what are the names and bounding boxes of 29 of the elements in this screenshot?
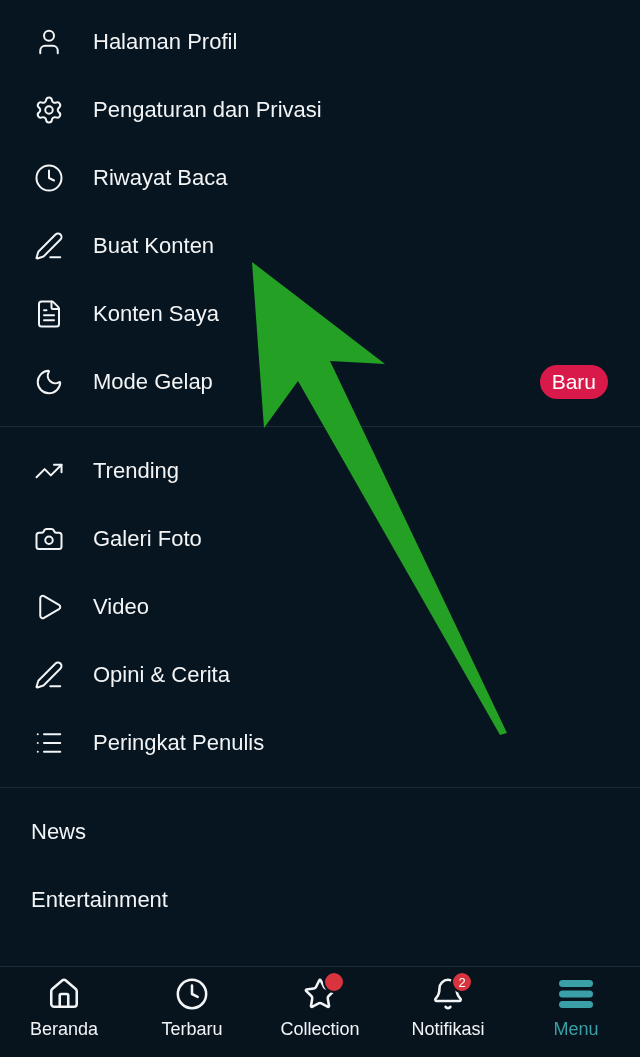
- count-badge: 2: [451, 971, 473, 993]
- new-badge: Baru: [539, 365, 608, 399]
- menu-item[interactable]: Riwayat Baca: [93, 165, 228, 191]
- menu-item[interactable]: Trending: [93, 458, 179, 484]
- menu-icon: [559, 979, 593, 1009]
- nav-tab[interactable]: Terbaru: [128, 967, 256, 1057]
- bell-icon: [431, 977, 465, 1011]
- home-icon: [47, 977, 81, 1011]
- nav-tab[interactable]: Menu: [512, 967, 640, 1057]
- nav-tab[interactable]: 2 Notifikasi: [384, 967, 512, 1057]
- nav-tab[interactable]: Beranda: [0, 967, 128, 1057]
- menu-item[interactable]: Opini & Cerita: [93, 662, 230, 688]
- nav-tab[interactable]: Collection: [256, 967, 384, 1057]
- menu-item[interactable]: Galeri Foto: [93, 526, 202, 552]
- menu-item[interactable]: Pengaturan dan Privasi: [93, 97, 322, 123]
- menu-item[interactable]: News: [31, 819, 86, 845]
- pen-icon: [34, 660, 64, 690]
- menu-item[interactable]: Halaman Profil: [93, 29, 238, 55]
- clock-icon: [175, 977, 209, 1011]
- menu-item[interactable]: Konten Saya: [93, 301, 219, 327]
- menu-item[interactable]: Video: [93, 594, 149, 620]
- menu-item[interactable]: Mode Gelap: [93, 369, 213, 395]
- pen-icon: [34, 231, 64, 261]
- moon-icon: [34, 367, 64, 397]
- settings-icon: [34, 95, 64, 125]
- menu-item[interactable]: Entertainment: [31, 887, 168, 913]
- clock-icon: [34, 163, 64, 193]
- menu-item[interactable]: Peringkat Penulis: [93, 730, 265, 756]
- menu-item[interactable]: Buat Konten: [93, 233, 215, 259]
